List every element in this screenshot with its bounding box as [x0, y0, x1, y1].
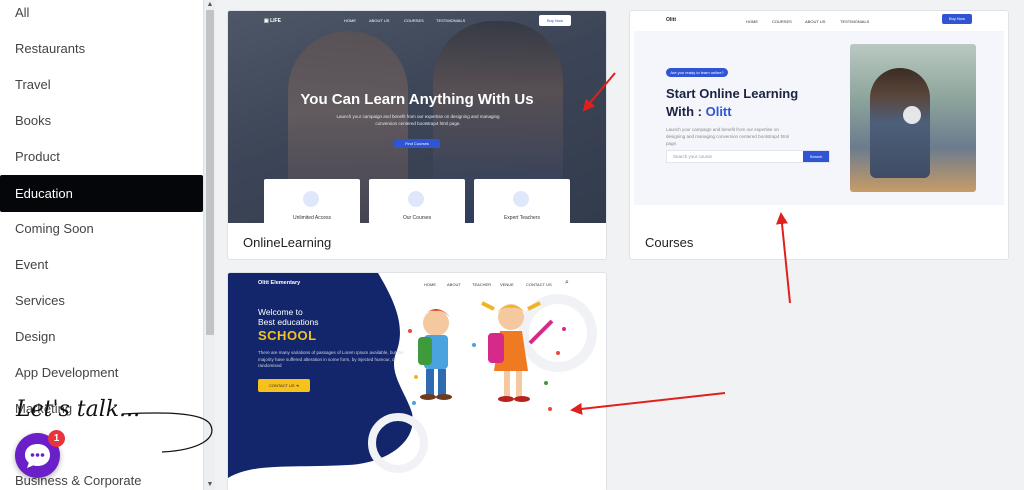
preview-nav-item: HOME [746, 19, 758, 24]
search-placeholder: Search your course [673, 154, 713, 159]
preview-chip: Are you ready to learn online? [666, 68, 728, 77]
preview-logo: Olitt [666, 17, 676, 23]
category-coming-soon[interactable]: Coming Soon [0, 211, 203, 247]
category-product[interactable]: Product [0, 139, 203, 175]
category-event[interactable]: Event [0, 247, 203, 283]
category-books[interactable]: Books [0, 103, 203, 139]
teacher-icon [513, 191, 529, 207]
preview-kids-illustration [408, 301, 566, 411]
category-travel[interactable]: Travel [0, 67, 203, 103]
preview-headline: Start Online Learning With : Olitt [666, 85, 798, 121]
preview-nav: ▣ LIFE HOME ABOUT US COURSES TESTIMONIAL… [228, 15, 606, 29]
template-card-courses[interactable]: Olitt HOME COURSES ABOUT US TESTIMONIALS… [629, 10, 1009, 260]
headline-accent: Olitt [705, 104, 732, 119]
preview-feature-card: Expert Teachers [474, 179, 570, 223]
preview-feature-card: Unlimited Access [264, 179, 360, 223]
preview-subtext: Launch your campaign and benefit from ou… [336, 114, 500, 126]
search-button: Search [803, 151, 829, 162]
template-gallery: All Restaurants Travel Books Product Edu… [0, 0, 1024, 490]
scroll-down-arrow-icon[interactable]: ▼ [206, 481, 214, 489]
preview-buy-button: Buy Now [539, 15, 571, 26]
category-app-development[interactable]: App Development [0, 355, 203, 391]
preview-nav-item: TESTIMONIALS [436, 18, 466, 23]
preview-cta-button: Find Courses [394, 139, 440, 148]
preview-nav-item: COURSES [772, 19, 792, 24]
category-design[interactable]: Design [0, 319, 203, 355]
photo-student [870, 68, 930, 178]
scroll-up-arrow-icon[interactable]: ▲ [206, 1, 214, 9]
category-services[interactable]: Services [0, 283, 203, 319]
template-card-online-learning[interactable]: ▣ LIFE HOME ABOUT US COURSES TESTIMONIAL… [227, 10, 607, 260]
template-preview-image[interactable]: Olitt Elementary HOME ABOUT TEACHER VENU… [228, 273, 606, 483]
feature-label: Unlimited Access [292, 215, 332, 221]
preview-logo: ▣ LIFE [264, 18, 281, 24]
template-preview-image[interactable]: ▣ LIFE HOME ABOUT US COURSES TESTIMONIAL… [228, 11, 606, 223]
feature-label: Our Courses [402, 215, 432, 221]
chat-notification-badge: 1 [48, 430, 65, 447]
scrollbar-thumb[interactable] [206, 10, 214, 335]
graduation-cap-icon [408, 191, 424, 207]
preview-feature-card: Our Courses [369, 179, 465, 223]
feature-label: Expert Teachers [503, 215, 541, 221]
template-title[interactable]: Courses [645, 235, 693, 250]
template-preview-image[interactable]: Olitt HOME COURSES ABOUT US TESTIMONIALS… [630, 11, 1006, 205]
preview-buy-button: Buy Now [942, 14, 972, 24]
headline-line-1: Start Online Learning [666, 86, 799, 101]
preview-nav-item: COURSES [404, 18, 424, 23]
preview-headline: You Can Learn Anything With Us [300, 91, 534, 108]
template-card-school[interactable]: Olitt Elementary HOME ABOUT TEACHER VENU… [227, 272, 607, 490]
category-education[interactable]: Education [0, 175, 203, 212]
preview-search-box: Search your course Search [666, 150, 830, 163]
preview-nav-item: TESTIMONIALS [840, 19, 870, 24]
preview-nav-item: HOME [344, 18, 356, 23]
category-restaurants[interactable]: Restaurants [0, 31, 203, 67]
preview-photo [850, 44, 976, 192]
headline-line-2: With : [666, 104, 706, 119]
preview-nav-item: ABOUT US [805, 19, 826, 24]
preview-nav-item: ABOUT US [369, 18, 390, 23]
template-title[interactable]: OnlineLearning [243, 235, 331, 250]
preview-subtext: Launch your campaign and benefit from ou… [666, 127, 790, 146]
lets-talk-text: Let's talk... [15, 397, 140, 422]
category-all[interactable]: All [0, 0, 203, 31]
document-icon [303, 191, 319, 207]
play-icon [903, 106, 921, 124]
